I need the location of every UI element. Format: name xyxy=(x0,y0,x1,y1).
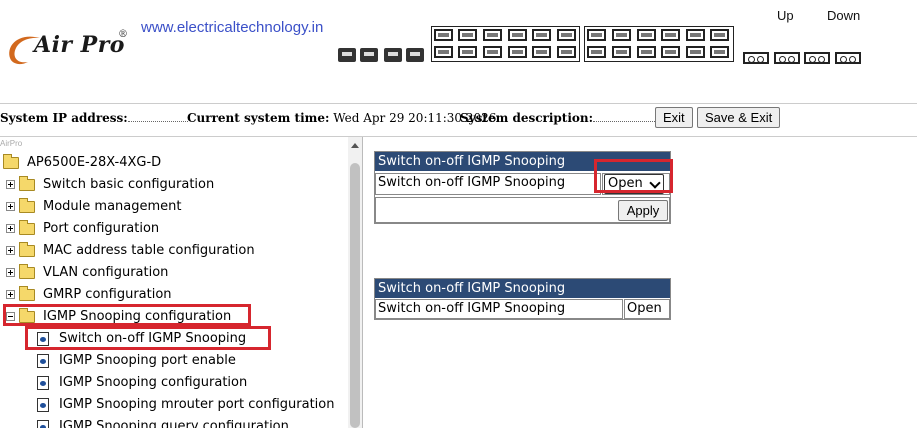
tree-item-label: Switch basic configuration xyxy=(43,177,215,192)
tree-subitem-label: IGMP Snooping query configuration xyxy=(59,419,289,428)
system-description-label: System description: xyxy=(460,111,594,125)
current-time: Current system time: Wed Apr 29 20:11:30… xyxy=(187,111,496,125)
tree-subitem-label: IGMP Snooping configuration xyxy=(59,375,248,390)
port-icon[interactable] xyxy=(508,46,527,58)
port-icon[interactable] xyxy=(434,29,453,41)
sfp-port-icon[interactable] xyxy=(743,52,769,64)
port-icon[interactable] xyxy=(612,46,631,58)
current-time-label: Current system time: xyxy=(187,111,330,125)
port-icon[interactable] xyxy=(637,29,656,41)
navigation-tree: AirPro AP6500E-28X-4XG-D Switch basic co… xyxy=(0,137,363,428)
status-row-value: Open xyxy=(624,299,670,319)
down-label: Down xyxy=(827,8,861,23)
form-apply-row: Apply xyxy=(375,197,670,223)
folder-icon xyxy=(19,264,35,279)
tree-item-label: VLAN configuration xyxy=(43,265,169,280)
port-icon[interactable] xyxy=(612,29,631,41)
scroll-up-arrow-icon[interactable] xyxy=(351,143,359,148)
page-icon xyxy=(37,398,49,412)
port-icon[interactable] xyxy=(686,29,705,41)
rj45-port-icon[interactable] xyxy=(384,48,402,62)
folder-icon xyxy=(19,176,35,191)
igmp-status-panel: Switch on-off IGMP Snooping Switch on-of… xyxy=(374,278,671,320)
sfp-port-icon[interactable] xyxy=(774,52,800,64)
registered-mark: ® xyxy=(118,29,128,40)
port-icon[interactable] xyxy=(483,46,502,58)
port-icon[interactable] xyxy=(557,46,576,58)
expand-plus-icon[interactable] xyxy=(6,180,15,189)
form-row-label: Switch on-off IGMP Snooping xyxy=(375,173,601,195)
tree-item-label: GMRP configuration xyxy=(43,287,172,302)
status-row-label: Switch on-off IGMP Snooping xyxy=(375,299,623,319)
port-icon[interactable] xyxy=(710,46,729,58)
tree-scrollbar[interactable] xyxy=(348,137,362,428)
sfp-port-icon[interactable] xyxy=(804,52,830,64)
folder-icon xyxy=(19,242,35,257)
up-label: Up xyxy=(777,8,794,23)
expand-plus-icon[interactable] xyxy=(6,268,15,277)
port-icon[interactable] xyxy=(661,46,680,58)
port-icon[interactable] xyxy=(532,46,551,58)
page-icon xyxy=(37,420,49,428)
header: Air Pro ® www.electricaltechnology.in Up… xyxy=(0,0,917,100)
system-description: System description: xyxy=(460,111,674,125)
port-icon[interactable] xyxy=(557,29,576,41)
expand-plus-icon[interactable] xyxy=(6,246,15,255)
port-icon[interactable] xyxy=(661,29,680,41)
system-ip-label: System IP address: xyxy=(0,111,128,125)
port-icon[interactable] xyxy=(532,29,551,41)
rj45-port-icon[interactable] xyxy=(360,48,378,62)
folder-open-icon xyxy=(3,154,19,169)
tree-subitem-label: IGMP Snooping mrouter port configuration xyxy=(59,397,335,412)
exit-button[interactable]: Exit xyxy=(655,107,693,128)
expand-plus-icon[interactable] xyxy=(6,224,15,233)
port-icon[interactable] xyxy=(587,46,606,58)
highlight-box xyxy=(3,304,251,326)
port-icon[interactable] xyxy=(434,46,453,58)
rj45-port-icon[interactable] xyxy=(338,48,356,62)
scrollbar-thumb[interactable] xyxy=(350,163,360,428)
tree-caption: AirPro xyxy=(0,139,23,148)
port-icon[interactable] xyxy=(458,46,477,58)
port-icon[interactable] xyxy=(458,29,477,41)
system-ip-value xyxy=(127,121,188,122)
apply-button[interactable]: Apply xyxy=(618,200,668,221)
expand-plus-icon[interactable] xyxy=(6,290,15,299)
airpro-logo: Air Pro ® xyxy=(4,26,134,76)
tree-root-label: AP6500E-28X-4XG-D xyxy=(27,155,162,170)
highlight-box xyxy=(594,159,673,193)
port-icon[interactable] xyxy=(710,29,729,41)
brand-name: Air Pro xyxy=(34,32,125,58)
folder-icon xyxy=(19,286,35,301)
system-status-bar: System IP address: Current system time: … xyxy=(0,103,917,134)
port-icon[interactable] xyxy=(637,46,656,58)
save-exit-button[interactable]: Save & Exit xyxy=(697,107,781,128)
port-icon[interactable] xyxy=(686,46,705,58)
tree-item-label: Module management xyxy=(43,199,182,214)
expand-plus-icon[interactable] xyxy=(6,202,15,211)
igmp-switch-form: Switch on-off IGMP Snooping Switch on-of… xyxy=(374,151,673,224)
port-icon[interactable] xyxy=(587,29,606,41)
tree-item-label: Port configuration xyxy=(43,221,160,236)
tree-subitem-label: IGMP Snooping port enable xyxy=(59,353,236,368)
switch-port-panel xyxy=(338,26,868,68)
page-icon xyxy=(37,376,49,390)
highlight-box xyxy=(25,326,271,350)
port-icon[interactable] xyxy=(483,29,502,41)
folder-icon xyxy=(19,198,35,213)
system-ip: System IP address: xyxy=(0,111,188,125)
site-url[interactable]: www.electricaltechnology.in xyxy=(141,19,323,36)
sfp-port-icon[interactable] xyxy=(835,52,861,64)
page-icon xyxy=(37,354,49,368)
rj45-port-icon[interactable] xyxy=(406,48,424,62)
folder-icon xyxy=(19,220,35,235)
port-icon[interactable] xyxy=(508,29,527,41)
panel-title: Switch on-off IGMP Snooping xyxy=(375,279,670,298)
tree-item-label: MAC address table configuration xyxy=(43,243,255,258)
